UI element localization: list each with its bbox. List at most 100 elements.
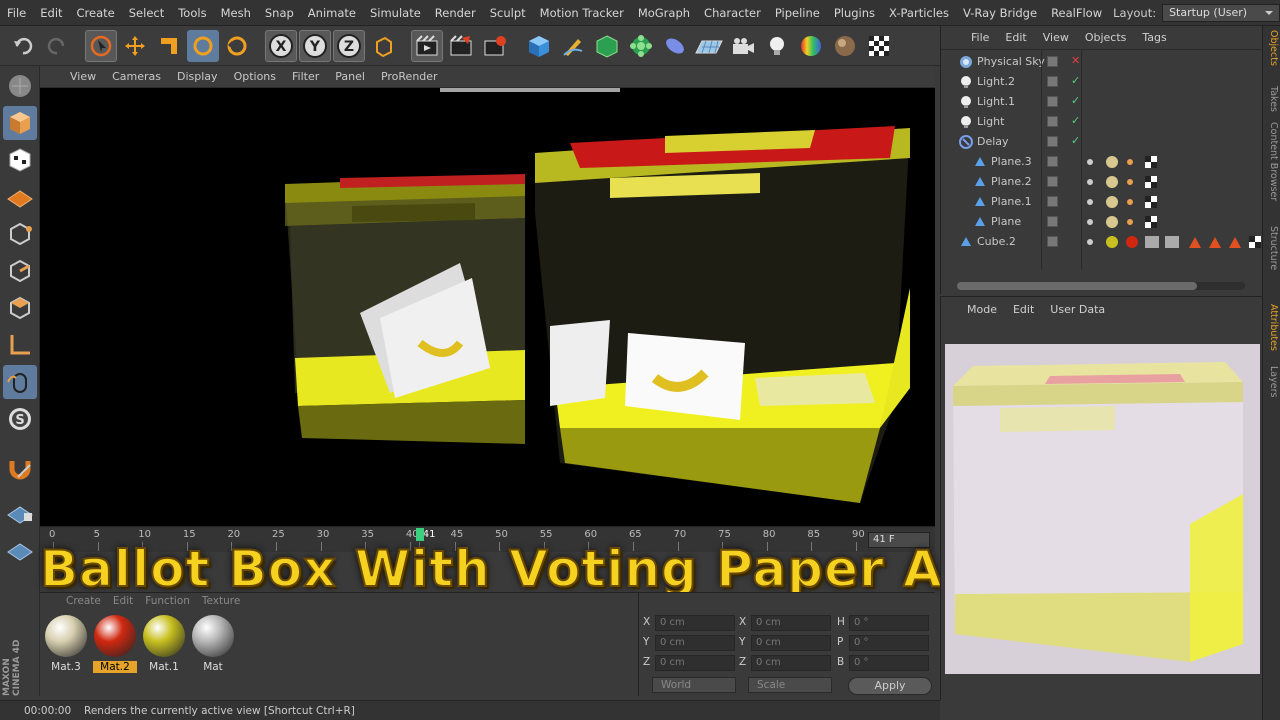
visibility-icon[interactable] bbox=[1047, 156, 1058, 167]
menu-item-v-ray-bridge[interactable]: V-Ray Bridge bbox=[956, 6, 1044, 20]
coord-field[interactable]: 0 cm bbox=[751, 635, 831, 651]
object-menu-view[interactable]: View bbox=[1035, 31, 1077, 44]
material-menu-texture[interactable]: Texture bbox=[196, 595, 246, 607]
attribute-menu-user-data[interactable]: User Data bbox=[1042, 303, 1113, 316]
enabled-icon[interactable]: ✓ bbox=[1071, 74, 1080, 87]
material-swatch[interactable]: Mat.1 bbox=[142, 613, 186, 673]
menu-item-render[interactable]: Render bbox=[428, 6, 483, 20]
viewport-menu-filter[interactable]: Filter bbox=[284, 70, 327, 83]
side-tab-takes[interactable]: Takes bbox=[1265, 86, 1279, 112]
menu-item-select[interactable]: Select bbox=[122, 6, 171, 20]
coord-field[interactable]: 0 ° bbox=[849, 655, 929, 671]
material-swatch[interactable]: Mat.3 bbox=[44, 613, 88, 673]
camera-icon[interactable] bbox=[727, 30, 759, 62]
visibility-icon[interactable] bbox=[1047, 216, 1058, 227]
render-picture-viewer-icon[interactable] bbox=[445, 30, 477, 62]
object-row[interactable]: Plane bbox=[941, 212, 1263, 232]
edges-mode-icon[interactable] bbox=[3, 254, 37, 288]
menu-item-create[interactable]: Create bbox=[70, 6, 122, 20]
visibility-icon[interactable] bbox=[1047, 196, 1058, 207]
sphere-material-icon[interactable] bbox=[829, 30, 861, 62]
menu-item-pipeline[interactable]: Pipeline bbox=[768, 6, 827, 20]
texture-mode-icon[interactable] bbox=[3, 143, 37, 177]
snap-icon[interactable]: S bbox=[3, 402, 37, 436]
material-swatch[interactable]: Mat bbox=[191, 613, 235, 673]
menu-item-animate[interactable]: Animate bbox=[301, 6, 363, 20]
material-menu-edit[interactable]: Edit bbox=[107, 595, 139, 607]
side-tab-attributes[interactable]: Attributes bbox=[1265, 304, 1279, 351]
visibility-icon[interactable] bbox=[1047, 236, 1058, 247]
object-scrollbar[interactable] bbox=[957, 282, 1245, 290]
render-settings-icon[interactable] bbox=[479, 30, 511, 62]
undo-icon[interactable] bbox=[7, 30, 39, 62]
checker-icon[interactable] bbox=[863, 30, 895, 62]
viewport-menu-view[interactable]: View bbox=[62, 70, 104, 83]
side-tab-objects[interactable]: Objects bbox=[1265, 30, 1279, 66]
object-row[interactable]: Physical Sky ✕ bbox=[941, 52, 1263, 72]
object-row[interactable]: Light ✓ bbox=[941, 112, 1263, 132]
locked-workplane-icon[interactable] bbox=[3, 496, 37, 530]
object-row[interactable]: Delay ✓ bbox=[941, 132, 1263, 152]
redo-icon[interactable] bbox=[41, 30, 73, 62]
visibility-icon[interactable] bbox=[1047, 116, 1058, 127]
object-row[interactable]: Plane.3 bbox=[941, 152, 1263, 172]
menu-item-sculpt[interactable]: Sculpt bbox=[483, 6, 533, 20]
axis-mode-icon[interactable] bbox=[3, 328, 37, 362]
enabled-icon[interactable]: ✓ bbox=[1071, 94, 1080, 107]
pen-icon[interactable] bbox=[557, 30, 589, 62]
planar-workplane-icon[interactable] bbox=[3, 533, 37, 567]
y-axis-icon[interactable]: Y bbox=[299, 29, 331, 62]
object-menu-file[interactable]: File bbox=[963, 31, 997, 44]
menu-item-character[interactable]: Character bbox=[697, 6, 768, 20]
material-menu-function[interactable]: Function bbox=[139, 595, 196, 607]
visibility-icon[interactable] bbox=[1047, 96, 1058, 107]
object-menu-edit[interactable]: Edit bbox=[997, 31, 1034, 44]
z-axis-icon[interactable]: Z bbox=[333, 29, 365, 62]
mograph-cloner-icon[interactable] bbox=[625, 30, 657, 62]
object-row[interactable]: Plane.1 bbox=[941, 192, 1263, 212]
object-row[interactable]: Cube.2 bbox=[941, 232, 1263, 252]
side-tab-layers[interactable]: Layers bbox=[1265, 366, 1279, 397]
object-menu-objects[interactable]: Objects bbox=[1077, 31, 1135, 44]
world-dropdown[interactable]: World bbox=[652, 677, 736, 693]
menu-item-simulate[interactable]: Simulate bbox=[363, 6, 428, 20]
scale-dropdown[interactable]: Scale bbox=[748, 677, 832, 693]
coord-field[interactable]: 0 cm bbox=[655, 615, 735, 631]
visibility-icon[interactable] bbox=[1047, 76, 1058, 87]
viewport-menu-cameras[interactable]: Cameras bbox=[104, 70, 169, 83]
model-mode-icon[interactable] bbox=[3, 106, 37, 140]
move-icon[interactable] bbox=[119, 30, 151, 62]
coord-field[interactable]: 0 cm bbox=[751, 655, 831, 671]
coord-field[interactable]: 0 cm bbox=[655, 635, 735, 651]
coord-field[interactable]: 0 ° bbox=[849, 635, 929, 651]
coord-field[interactable]: 0 cm bbox=[751, 615, 831, 631]
apply-button[interactable]: Apply bbox=[848, 677, 932, 695]
tweak-icon[interactable] bbox=[3, 365, 37, 399]
workplane-icon[interactable] bbox=[3, 180, 37, 214]
coord-field[interactable]: 0 cm bbox=[655, 655, 735, 671]
coordinate-system-icon[interactable] bbox=[367, 30, 399, 62]
menu-item-motion-tracker[interactable]: Motion Tracker bbox=[533, 6, 631, 20]
magnet-icon[interactable] bbox=[3, 450, 37, 484]
menu-item-plugins[interactable]: Plugins bbox=[827, 6, 882, 20]
cube-icon[interactable] bbox=[523, 30, 555, 62]
visibility-icon[interactable] bbox=[1047, 56, 1058, 67]
x-axis-icon[interactable]: X bbox=[265, 29, 297, 62]
points-mode-icon[interactable] bbox=[3, 217, 37, 251]
object-menu-tags[interactable]: Tags bbox=[1134, 31, 1174, 44]
coord-field[interactable]: 0 ° bbox=[849, 615, 929, 631]
scale-icon[interactable] bbox=[153, 30, 185, 62]
enabled-icon[interactable]: ✓ bbox=[1071, 114, 1080, 127]
viewport-menu-options[interactable]: Options bbox=[226, 70, 284, 83]
viewport-menu-prorender[interactable]: ProRender bbox=[373, 70, 446, 83]
viewport-menu-panel[interactable]: Panel bbox=[327, 70, 373, 83]
menu-item-mesh[interactable]: Mesh bbox=[214, 6, 258, 20]
menu-item-mograph[interactable]: MoGraph bbox=[631, 6, 697, 20]
menu-item-file[interactable]: File bbox=[0, 6, 33, 20]
object-row[interactable]: Light.1 ✓ bbox=[941, 92, 1263, 112]
viewport-menu-display[interactable]: Display bbox=[169, 70, 226, 83]
visibility-icon[interactable] bbox=[1047, 176, 1058, 187]
viewport-3d[interactable] bbox=[40, 88, 935, 526]
attribute-menu-edit[interactable]: Edit bbox=[1005, 303, 1042, 316]
light-icon[interactable] bbox=[761, 30, 793, 62]
